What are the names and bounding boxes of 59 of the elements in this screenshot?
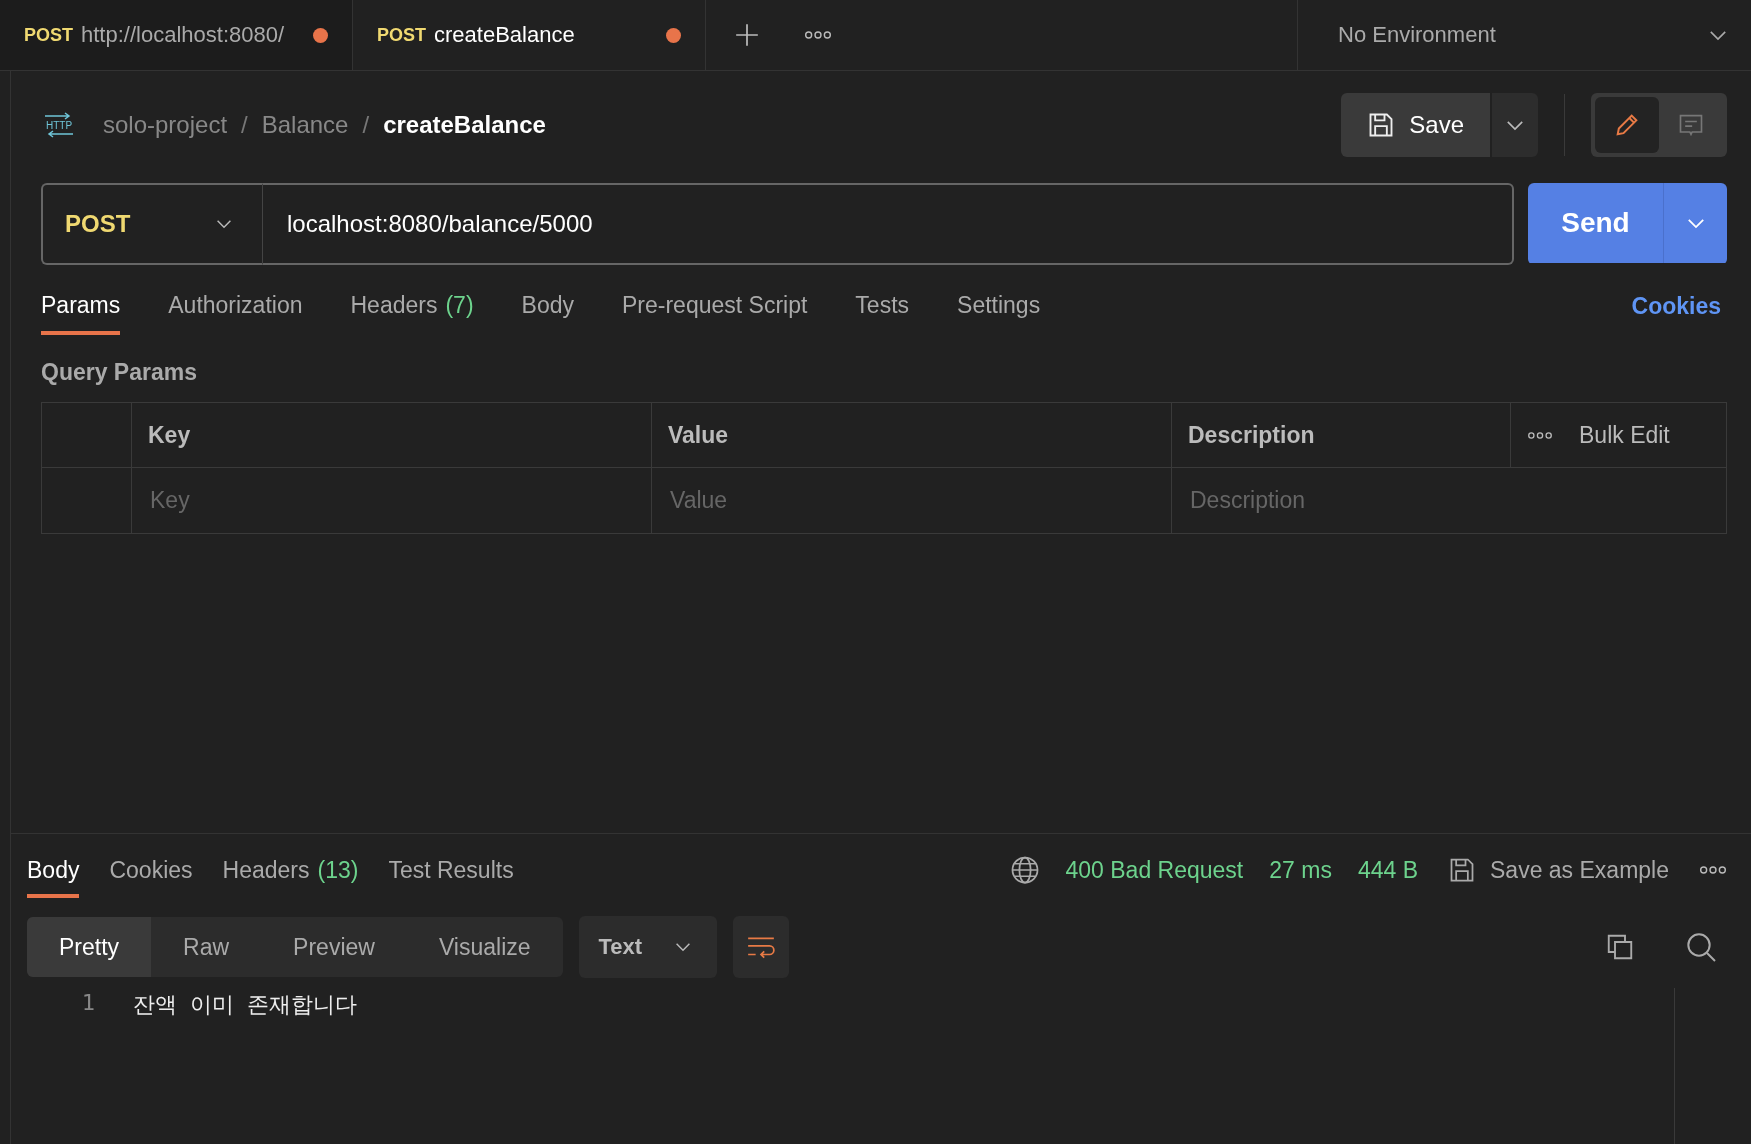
param-input[interactable]: Value bbox=[668, 486, 1155, 515]
view-mode-tab[interactable]: Visualize bbox=[406, 917, 563, 977]
code-line: 잔액 이미 존재합니다 bbox=[133, 991, 358, 1019]
request-section-tab[interactable]: Headers (7) bbox=[350, 277, 474, 335]
format-dropdown[interactable]: Text bbox=[578, 916, 717, 978]
more-icon[interactable] bbox=[1527, 430, 1553, 440]
more-icon[interactable] bbox=[804, 30, 832, 40]
request-section-tab[interactable]: Settings bbox=[957, 277, 1041, 335]
request-tab[interactable]: POST http://localhost:8080/ bbox=[0, 0, 353, 70]
breadcrumb-item[interactable]: Balance bbox=[261, 111, 349, 139]
request-section-tab[interactable]: Pre-request Script bbox=[622, 277, 808, 335]
send-button[interactable]: Send bbox=[1528, 183, 1663, 263]
breadcrumb-item[interactable]: solo-project bbox=[103, 111, 228, 139]
globe-icon[interactable] bbox=[1009, 855, 1040, 885]
response-size[interactable]: 444 B bbox=[1357, 856, 1418, 884]
view-mode-tab[interactable]: Raw bbox=[151, 917, 262, 977]
param-input[interactable]: Description bbox=[1188, 486, 1710, 515]
line-number: 1 bbox=[80, 990, 95, 1017]
request-section-tab[interactable]: Authorization bbox=[168, 277, 303, 335]
search-icon[interactable] bbox=[1685, 931, 1717, 963]
response-tab[interactable]: Body bbox=[27, 842, 80, 898]
column-header: Value bbox=[652, 403, 1172, 468]
method-dropdown[interactable]: POST bbox=[41, 183, 263, 265]
save-as-example-button[interactable]: Save as Example bbox=[1448, 856, 1669, 884]
caret-icon bbox=[1686, 217, 1705, 229]
response-tab[interactable]: Headers (13) bbox=[222, 842, 359, 898]
unsaved-dot bbox=[313, 27, 328, 43]
breadcrumb-separator: / bbox=[362, 111, 370, 139]
cookies-link[interactable]: Cookies bbox=[1631, 292, 1727, 320]
unsaved-dot bbox=[666, 27, 681, 43]
copy-icon[interactable] bbox=[1605, 932, 1635, 962]
bulk-edit-link[interactable]: Bulk Edit bbox=[1579, 421, 1670, 449]
caret-icon bbox=[674, 942, 691, 952]
param-input[interactable]: Key bbox=[148, 486, 635, 515]
response-time[interactable]: 27 ms bbox=[1269, 856, 1332, 884]
caret-icon bbox=[216, 219, 232, 229]
request-section-tab[interactable]: Tests bbox=[855, 277, 910, 335]
column-header: Description bbox=[1172, 403, 1511, 468]
response-tab[interactable]: Cookies bbox=[109, 842, 193, 898]
edit-button[interactable] bbox=[1595, 97, 1659, 153]
column-header: Key bbox=[132, 403, 652, 468]
new-tab-icon[interactable] bbox=[734, 22, 760, 48]
breadcrumb-item: createBalance bbox=[383, 111, 546, 139]
more-icon[interactable] bbox=[1699, 865, 1727, 875]
save-button[interactable]: Save bbox=[1341, 93, 1490, 157]
response-tab[interactable]: Test Results bbox=[388, 842, 514, 898]
request-section-tab[interactable]: Body bbox=[521, 277, 574, 335]
request-section-tab[interactable]: Params bbox=[41, 277, 121, 335]
environment-dropdown[interactable]: No Environment bbox=[1297, 0, 1751, 70]
url-field[interactable]: localhost:8080/balance/5000 bbox=[263, 183, 1514, 265]
status-code[interactable]: 400 Bad Request bbox=[1065, 856, 1244, 884]
breadcrumb-separator: / bbox=[241, 111, 248, 139]
wrap-lines-button[interactable] bbox=[732, 916, 789, 978]
view-mode-tab[interactable]: Preview bbox=[261, 917, 407, 977]
section-title: Query Params bbox=[41, 359, 198, 386]
view-mode-tab[interactable]: Pretty bbox=[27, 917, 152, 977]
caret-icon bbox=[1709, 29, 1727, 41]
caret-icon bbox=[1506, 119, 1524, 131]
pencil-icon bbox=[1613, 111, 1641, 139]
